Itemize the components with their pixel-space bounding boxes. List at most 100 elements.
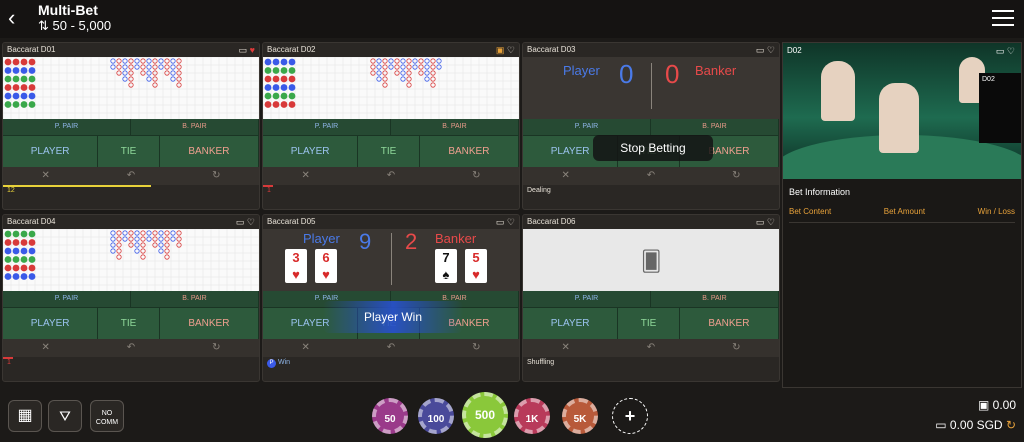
big-road-mark	[116, 254, 122, 260]
big-road-mark	[134, 58, 140, 64]
cancel-icon[interactable]: ✕	[3, 339, 88, 357]
p-pair-button[interactable]: P. PAIR	[3, 119, 131, 135]
back-icon[interactable]: ‹	[8, 6, 28, 30]
player-button[interactable]: PLAYER	[3, 307, 99, 339]
undo-icon[interactable]: ↶	[348, 339, 433, 357]
big-road-mark	[170, 58, 176, 64]
camera-heart-icon[interactable]: ▭ ♡	[756, 215, 775, 229]
p-pair-button[interactable]: P. PAIR	[523, 119, 651, 135]
b-pair-button[interactable]: B. PAIR	[131, 119, 259, 135]
refresh-icon[interactable]: ↻	[1006, 418, 1016, 432]
undo-icon[interactable]: ↶	[608, 167, 693, 185]
countdown-text: 1	[267, 187, 271, 194]
b-pair-button[interactable]: B. PAIR	[651, 119, 779, 135]
camera-heart-icon[interactable]: ▣ ♡	[496, 43, 515, 57]
filter-button[interactable]: ⛛	[48, 400, 82, 432]
big-road-mark	[134, 248, 140, 254]
bead-mark	[20, 92, 28, 100]
chip-500-selected[interactable]: 500	[462, 392, 508, 438]
shuffle-cards-icon: 🂠	[641, 251, 662, 273]
banker-button[interactable]: BANKER	[679, 307, 779, 339]
bead-mark	[272, 92, 280, 100]
big-road-mark	[382, 64, 388, 70]
chip-100[interactable]: 100	[418, 398, 454, 434]
big-road-mark	[110, 58, 116, 64]
banker-score: 0	[665, 59, 680, 89]
camera-heart-icon[interactable]: ▭ ♥	[239, 43, 255, 57]
undo-icon[interactable]: ↶	[88, 339, 173, 357]
camera-heart-icon[interactable]: ▭ ♡	[756, 43, 775, 57]
bead-mark	[28, 239, 36, 246]
tie-button[interactable]: TIE	[358, 135, 420, 167]
bead-mark	[264, 58, 272, 66]
grid-view-button[interactable]: ▦	[8, 400, 42, 432]
bead-mark	[28, 58, 36, 66]
big-road-mark	[376, 76, 382, 82]
cancel-icon[interactable]: ✕	[523, 167, 608, 185]
big-road-mark	[116, 230, 122, 236]
no-comm-button[interactable]: NO COMM	[90, 400, 124, 432]
redo-icon[interactable]: ↻	[434, 167, 519, 185]
big-road-mark	[170, 64, 176, 70]
b-pair-button[interactable]: B. PAIR	[391, 119, 519, 135]
bead-mark	[20, 247, 28, 255]
b-pair-button[interactable]: B. PAIR	[131, 291, 259, 307]
add-chip-button[interactable]: +	[612, 398, 648, 434]
big-road-mark	[394, 64, 400, 70]
player-button[interactable]: PLAYER	[263, 135, 359, 167]
chip-50[interactable]: 50	[372, 398, 408, 434]
camera-heart-icon[interactable]: ▭ ♡	[996, 46, 1015, 57]
redo-icon[interactable]: ↻	[434, 339, 519, 357]
camera-heart-icon[interactable]: ▭ ♡	[496, 215, 515, 229]
undo-icon[interactable]: ↶	[348, 167, 433, 185]
redo-icon[interactable]: ↻	[174, 167, 259, 185]
tie-button[interactable]: TIE	[98, 307, 160, 339]
bead-mark	[264, 67, 272, 74]
big-road-mark	[110, 236, 116, 242]
big-road-mark	[134, 236, 140, 242]
big-road-mark	[122, 64, 128, 70]
big-road-mark	[116, 64, 122, 70]
cancel-icon[interactable]: ✕	[263, 339, 348, 357]
bead-mark	[20, 230, 28, 238]
p-pair-button[interactable]: P. PAIR	[263, 119, 391, 135]
banker-button[interactable]: BANKER	[159, 135, 259, 167]
undo-icon[interactable]: ↶	[88, 167, 173, 185]
player-button[interactable]: PLAYER	[523, 307, 619, 339]
big-road-mark	[146, 236, 152, 242]
p-pair-button[interactable]: P. PAIR	[523, 291, 651, 307]
cancel-icon[interactable]: ✕	[523, 339, 608, 357]
b-pair-button[interactable]: B. PAIR	[651, 291, 779, 307]
bead-mark	[12, 273, 20, 280]
big-road-mark	[140, 64, 146, 70]
bead-mark	[288, 67, 296, 74]
redo-icon[interactable]: ↻	[694, 167, 779, 185]
banker-button[interactable]: BANKER	[419, 135, 519, 167]
undo-icon[interactable]: ↶	[608, 339, 693, 357]
redo-icon[interactable]: ↻	[694, 339, 779, 357]
cancel-icon[interactable]: ✕	[3, 167, 88, 185]
camera-heart-icon[interactable]: ▭ ♡	[236, 215, 255, 229]
big-road-mark	[430, 64, 436, 70]
chip-1k[interactable]: 1K	[514, 398, 550, 434]
dealer-figure	[879, 83, 919, 153]
big-road-mark	[140, 248, 146, 254]
live-video[interactable]: D02 D02 ▭ ♡	[783, 43, 1021, 179]
banker-card-1: 7 ♠	[435, 249, 457, 283]
big-road-mark	[424, 58, 430, 64]
col-bet-amount: Bet Amount	[883, 207, 926, 216]
menu-icon[interactable]	[992, 10, 1014, 26]
tie-button[interactable]: TIE	[618, 307, 680, 339]
tie-button[interactable]: TIE	[98, 135, 160, 167]
big-road-mark	[382, 76, 388, 82]
redo-icon[interactable]: ↻	[174, 339, 259, 357]
banker-button[interactable]: BANKER	[159, 307, 259, 339]
big-road-mark	[122, 236, 128, 242]
table-tile-d01: Baccarat D01 ▭ ♥ P. PAIR B. PAIR PLAYER TIE…	[2, 42, 260, 210]
big-road-mark	[146, 64, 152, 70]
player-button[interactable]: PLAYER	[3, 135, 99, 167]
p-pair-button[interactable]: P. PAIR	[3, 291, 131, 307]
cancel-icon[interactable]: ✕	[263, 167, 348, 185]
chip-5k[interactable]: 5K	[562, 398, 598, 434]
big-road-mark	[122, 58, 128, 64]
